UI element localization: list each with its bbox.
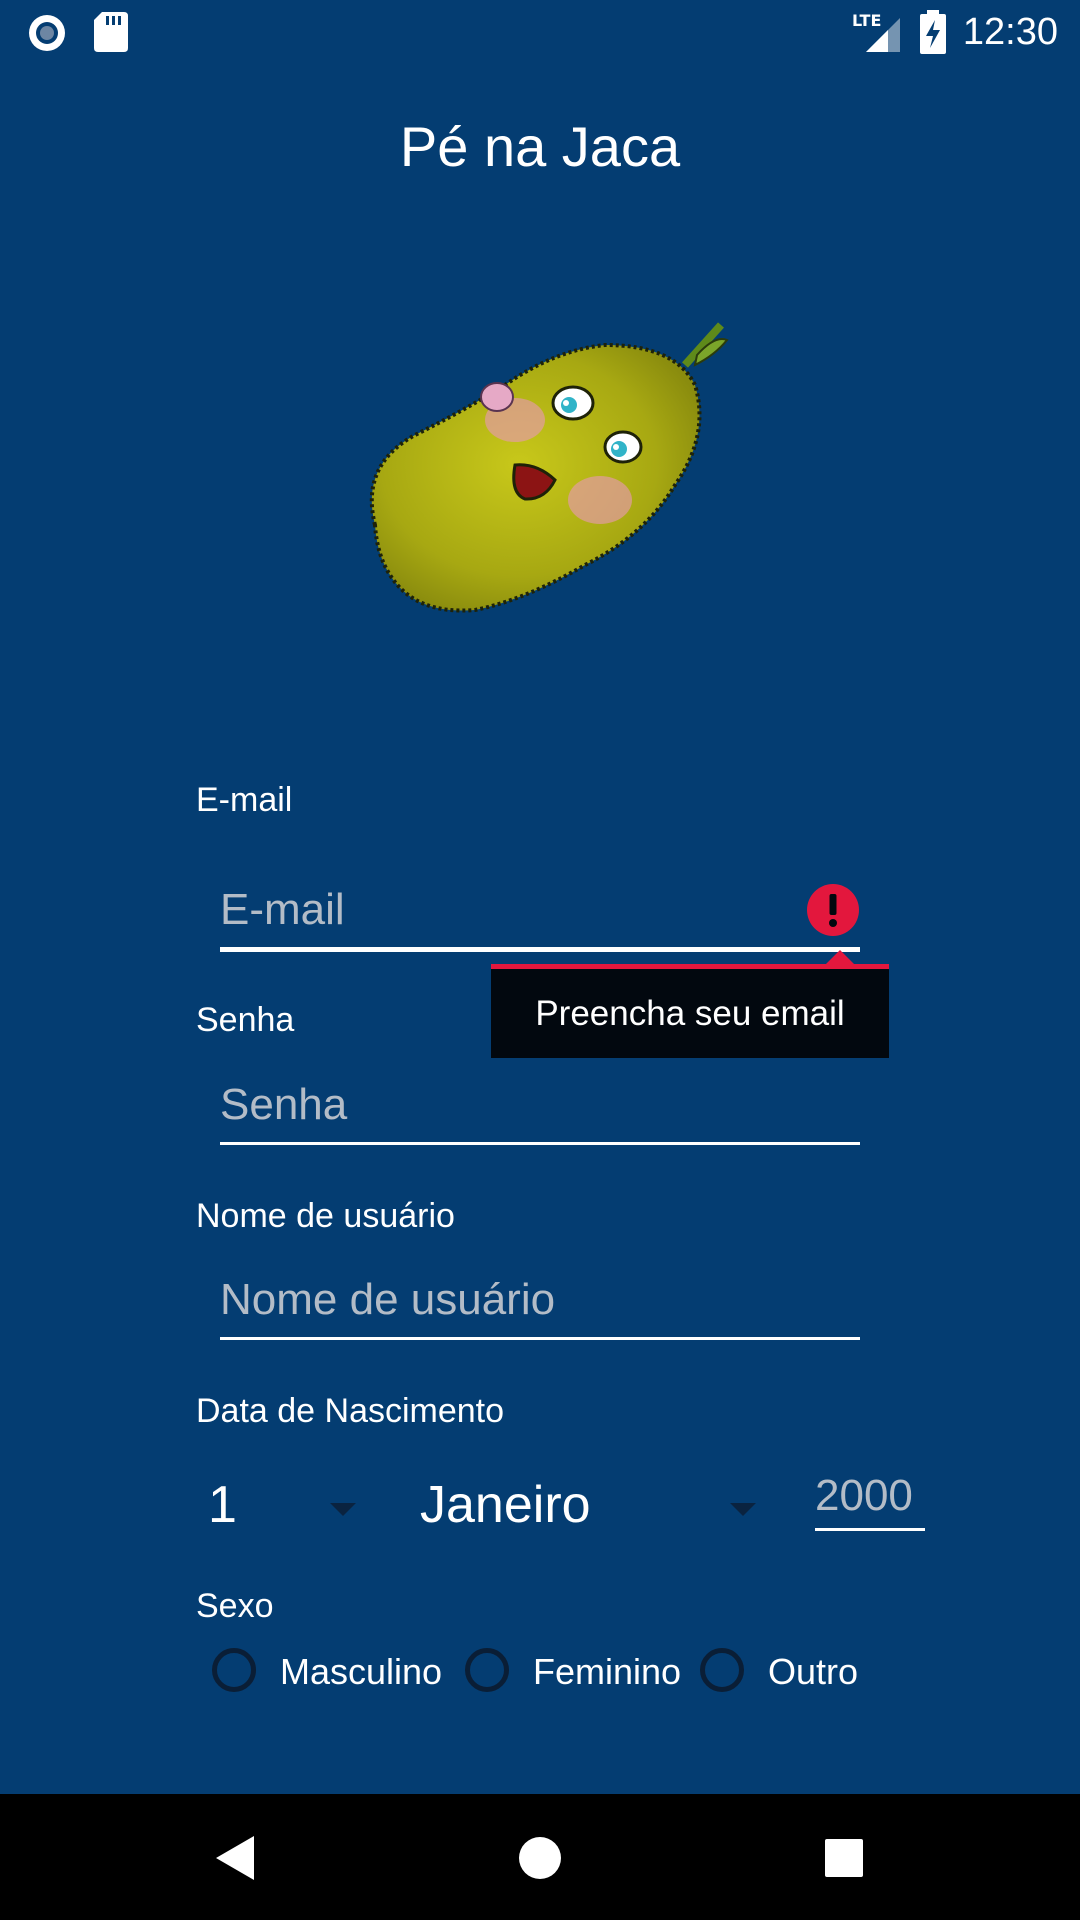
radio-masculino-label: Masculino (280, 1651, 443, 1692)
radio-feminino[interactable]: Feminino (463, 1646, 693, 1700)
status-bar: LTE 12:30 (0, 0, 1080, 63)
status-time: 12:30 (962, 11, 1058, 53)
lte-signal-icon: LTE (852, 11, 900, 52)
email-input-row (220, 873, 860, 952)
navigation-bar (0, 1794, 1080, 1920)
year-input-row (815, 1464, 925, 1531)
username-label: Nome de usuário (196, 1197, 455, 1235)
battery-charging-icon (920, 10, 946, 54)
radio-outro[interactable]: Outro (698, 1646, 868, 1700)
password-input-row (220, 1068, 860, 1145)
radio-feminino-label: Feminino (533, 1651, 682, 1692)
error-icon (807, 884, 859, 936)
year-input[interactable] (815, 1464, 925, 1528)
month-dropdown-arrow-icon (730, 1503, 756, 1516)
radio-outro-circle (700, 1648, 744, 1692)
radio-masculino-circle (212, 1648, 256, 1692)
sex-label: Sexo (196, 1587, 274, 1625)
day-dropdown-arrow-icon (330, 1503, 356, 1516)
birthdate-label: Data de Nascimento (196, 1392, 505, 1430)
month-spinner-value: Janeiro (420, 1476, 591, 1534)
email-error-tooltip: Preencha seu email (491, 964, 889, 1058)
email-error-message: Preencha seu email (535, 994, 845, 1033)
email-label: E-mail (196, 781, 293, 819)
recents-icon[interactable] (824, 1838, 864, 1878)
tooltip-arrow (826, 950, 854, 964)
day-spinner[interactable]: 1 (196, 1472, 366, 1542)
password-label: Senha (196, 1001, 295, 1039)
radio-feminino-circle (465, 1648, 509, 1692)
radio-masculino[interactable]: Masculino (210, 1646, 455, 1700)
username-input[interactable] (220, 1263, 780, 1337)
email-input[interactable] (220, 873, 780, 947)
back-icon[interactable] (212, 1834, 258, 1882)
month-spinner[interactable]: Janeiro (400, 1472, 770, 1542)
svg-text:LTE: LTE (852, 11, 881, 30)
home-icon[interactable] (518, 1836, 562, 1880)
day-spinner-value: 1 (208, 1476, 237, 1534)
app-title: Pé na Jaca (399, 115, 681, 178)
record-icon (29, 15, 65, 51)
username-input-row (220, 1263, 860, 1340)
sd-card-icon (94, 12, 128, 52)
jackfruit-mascot-image (369, 322, 729, 613)
password-input[interactable] (220, 1068, 780, 1142)
radio-outro-label: Outro (768, 1651, 859, 1692)
